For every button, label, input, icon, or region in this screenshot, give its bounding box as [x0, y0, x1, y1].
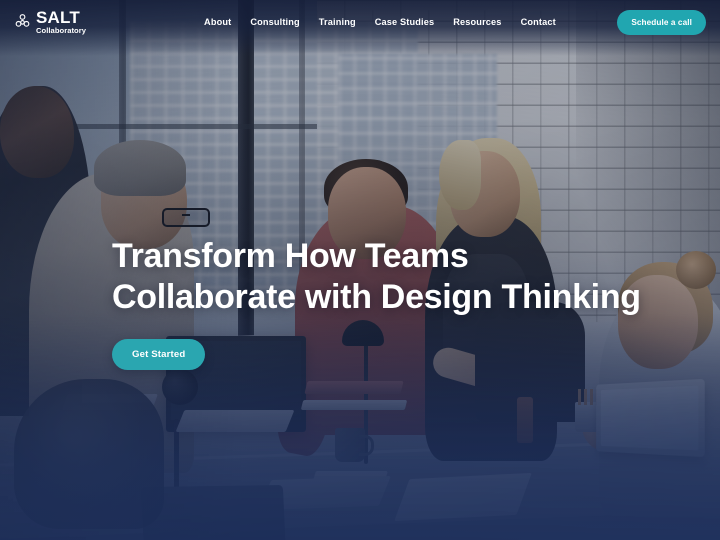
- nav-item-about[interactable]: About: [204, 17, 231, 27]
- nav-item-resources[interactable]: Resources: [453, 17, 501, 27]
- landing-page: SALT Collaboratory About Consulting Trai…: [0, 0, 720, 540]
- top-navigation-bar: SALT Collaboratory About Consulting Trai…: [0, 0, 720, 44]
- get-started-button[interactable]: Get Started: [112, 338, 206, 370]
- nav-item-case-studies[interactable]: Case Studies: [375, 17, 435, 27]
- brand-logo[interactable]: SALT Collaboratory: [14, 9, 86, 35]
- brand-subtitle: Collaboratory: [36, 26, 87, 36]
- brand-name: SALT: [36, 8, 80, 28]
- primary-nav-links: About Consulting Training Case Studies R…: [204, 17, 556, 27]
- brand-wordmark: SALT Collaboratory: [36, 9, 86, 35]
- hero-heading: Transform How Teams Collaborate with Des…: [112, 237, 641, 317]
- hero-content: Transform How Teams Collaborate with Des…: [112, 236, 672, 370]
- schedule-a-call-button[interactable]: Schedule a call: [617, 9, 706, 35]
- nav-item-training[interactable]: Training: [319, 17, 356, 27]
- nav-item-contact[interactable]: Contact: [521, 17, 556, 27]
- nav-item-consulting[interactable]: Consulting: [250, 17, 299, 27]
- salt-crystal-cluster-icon: [15, 14, 30, 28]
